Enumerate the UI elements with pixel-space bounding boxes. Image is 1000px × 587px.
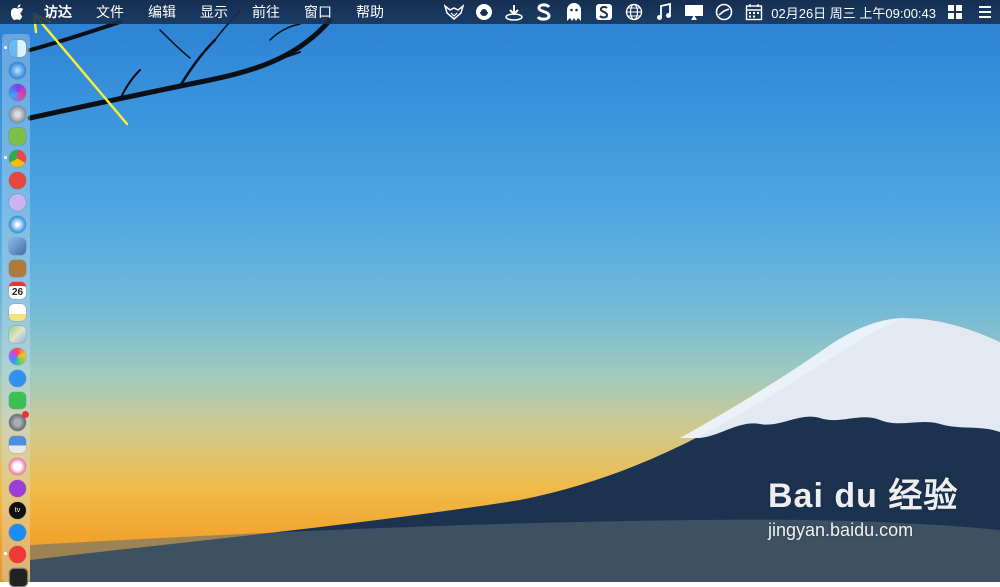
notes-icon[interactable] <box>9 304 26 321</box>
ghost-icon[interactable] <box>562 0 586 24</box>
wps-icon[interactable] <box>9 172 26 189</box>
storage-icon[interactable] <box>9 194 26 211</box>
menu-left: 访达 文件 编辑 显示 前往 窗口 帮助 <box>0 0 396 24</box>
calendar-icon[interactable] <box>742 0 766 24</box>
apple-icon[interactable] <box>0 0 36 24</box>
menu-list-icon[interactable] <box>973 0 997 24</box>
preview-icon[interactable] <box>9 238 26 255</box>
speed-icon[interactable] <box>712 0 736 24</box>
menu-finder[interactable]: 访达 <box>36 0 84 24</box>
desktop-wallpaper: 访达 文件 编辑 显示 前往 窗口 帮助 02月26日 周三 上午09:00:4… <box>0 0 1000 587</box>
apple-tv-icon[interactable]: tv <box>9 502 26 519</box>
menu-file[interactable]: 文件 <box>84 0 136 24</box>
globe-icon[interactable] <box>622 0 646 24</box>
running-indicator <box>4 552 7 555</box>
menu-view[interactable]: 显示 <box>188 0 240 24</box>
apple-tv-label: tv <box>14 507 21 514</box>
menu-help[interactable]: 帮助 <box>344 0 396 24</box>
calendar-day: 26 <box>11 287 24 298</box>
safari-icon[interactable] <box>9 216 26 233</box>
watermark-url: jingyan.baidu.com <box>768 520 914 540</box>
download-icon[interactable] <box>502 0 526 24</box>
photos-icon[interactable] <box>9 348 26 365</box>
sogou-icon[interactable] <box>592 0 616 24</box>
music-icon[interactable] <box>652 0 676 24</box>
launchpad-icon[interactable] <box>9 106 26 123</box>
running-indicator <box>4 46 7 49</box>
notes-brown-icon[interactable] <box>9 260 26 277</box>
itunes-icon[interactable] <box>9 458 26 475</box>
dock: 26 tv <box>2 34 30 587</box>
baidu-watermark: Bai du 经验 jingyan.baidu.com <box>768 476 958 541</box>
menu-go[interactable]: 前往 <box>240 0 292 24</box>
running-indicator <box>4 156 7 159</box>
notification-badge <box>22 411 29 418</box>
app-store-blue-icon[interactable] <box>9 524 26 541</box>
siri-icon[interactable] <box>9 84 26 101</box>
menu-edit[interactable]: 编辑 <box>136 0 188 24</box>
finder-icon[interactable] <box>4 40 26 57</box>
system-preferences-icon[interactable] <box>9 411 29 431</box>
control-center-icon[interactable] <box>943 0 967 24</box>
s-app-icon[interactable] <box>532 0 556 24</box>
vivaldi-icon[interactable] <box>4 546 26 563</box>
maps-icon[interactable] <box>9 326 26 343</box>
fox-icon[interactable] <box>442 0 466 24</box>
status-area: 02月26日 周三 上午09:00:43 <box>439 0 1000 24</box>
chrome-icon[interactable] <box>4 150 26 167</box>
browser-icon[interactable] <box>472 0 496 24</box>
messages-icon[interactable] <box>9 370 26 387</box>
menu-window[interactable]: 窗口 <box>292 0 344 24</box>
app-store-icon[interactable] <box>9 62 26 79</box>
terminal-icon[interactable] <box>9 568 28 587</box>
android-icon[interactable] <box>9 128 26 145</box>
watermark-logo: Bai du 经验 <box>768 477 959 515</box>
calendar-icon[interactable]: 26 <box>9 282 26 299</box>
display-icon[interactable] <box>682 0 706 24</box>
keynote-icon[interactable] <box>9 436 26 453</box>
clock[interactable]: 02月26日 周三 上午09:00:43 <box>769 3 940 22</box>
wechat-icon[interactable] <box>9 392 26 409</box>
podcasts-icon[interactable] <box>9 480 26 497</box>
menu-bar: 访达 文件 编辑 显示 前往 窗口 帮助 02月26日 周三 上午09:00:4… <box>0 0 1000 24</box>
